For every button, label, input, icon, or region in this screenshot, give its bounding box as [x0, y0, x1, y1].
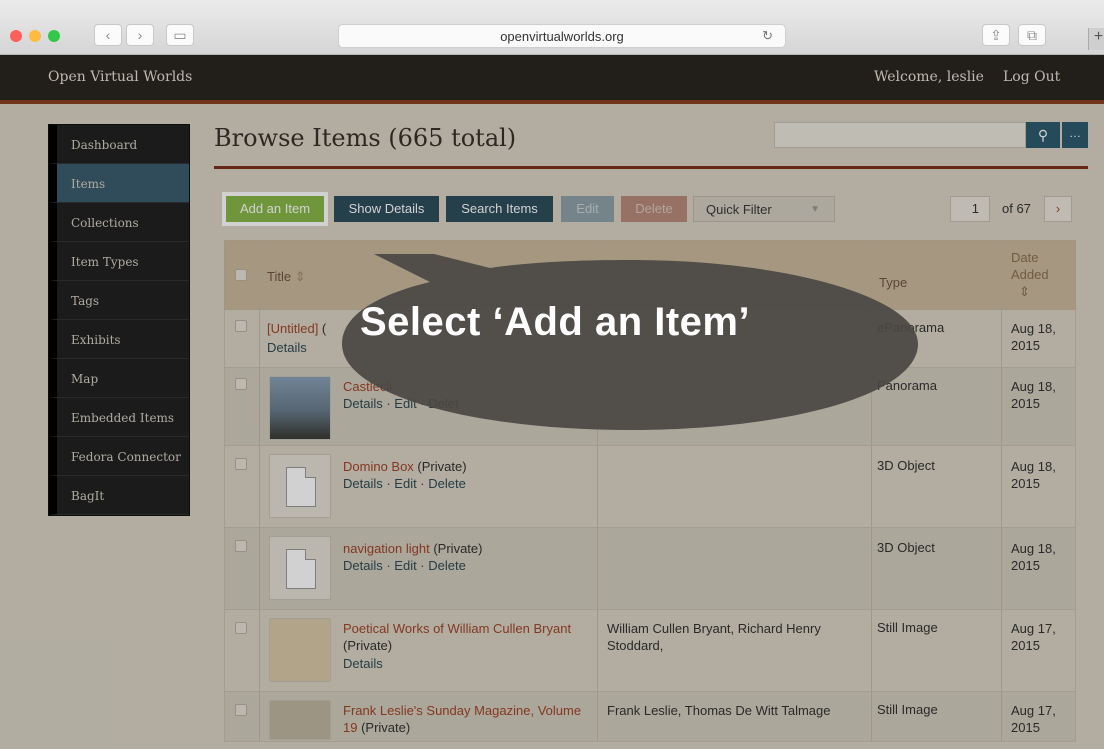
- add-item-button[interactable]: Add an Item: [222, 192, 328, 226]
- back-arrow-icon[interactable]: ‹: [94, 24, 122, 46]
- item-date: Aug 18, 2015: [1011, 459, 1056, 491]
- row-checkbox[interactable]: [235, 704, 247, 716]
- search-items-button[interactable]: Search Items: [446, 196, 553, 222]
- page-title: Browse Items (665 total): [214, 124, 517, 152]
- minimize-window-button[interactable]: [29, 30, 41, 42]
- sort-icon: ⇕: [1019, 284, 1030, 299]
- date-added-column-header[interactable]: Date Added ⇕: [1011, 249, 1049, 300]
- close-window-button[interactable]: [10, 30, 22, 42]
- sidebar-item-tags[interactable]: Tags: [49, 281, 189, 320]
- search-input[interactable]: [774, 122, 1026, 148]
- sidebar-item-items[interactable]: Items: [49, 164, 189, 203]
- sidebar-toggle-icon[interactable]: ▭: [166, 24, 194, 46]
- logout-link[interactable]: Log Out: [1003, 69, 1060, 85]
- quick-filter-dropdown[interactable]: Quick Filter ▼: [693, 196, 835, 222]
- item-date: Aug 17, 2015: [1011, 621, 1056, 653]
- item-thumbnail[interactable]: [269, 454, 331, 518]
- row-checkbox[interactable]: [235, 622, 247, 634]
- title-divider: [214, 166, 1088, 169]
- callout-text: Select ‘Add an Item’: [360, 300, 751, 344]
- next-page-button[interactable]: ›: [1044, 196, 1072, 222]
- item-type: Still Image: [877, 702, 938, 717]
- welcome-text: Welcome, leslie: [874, 69, 984, 85]
- sidebar-item-map[interactable]: Map: [49, 359, 189, 398]
- sidebar-item-embedded-items[interactable]: Embedded Items: [49, 398, 189, 437]
- item-actions[interactable]: Details: [343, 656, 383, 671]
- window-controls: [10, 30, 60, 42]
- search-icon[interactable]: ⚲: [1026, 122, 1060, 148]
- item-thumbnail[interactable]: [269, 536, 331, 600]
- sidebar-item-bagit[interactable]: BagIt: [49, 476, 189, 515]
- table-row: Frank Leslie's Sunday Magazine, Volume 1…: [224, 692, 1076, 742]
- table-row: navigation light (Private) Details · Edi…: [224, 528, 1076, 610]
- quick-filter-label: Quick Filter: [706, 202, 772, 217]
- item-date: Aug 18, 2015: [1011, 379, 1056, 411]
- site-header: Open Virtual Worlds Welcome, leslie Log …: [0, 55, 1104, 100]
- row-checkbox[interactable]: [235, 458, 247, 470]
- document-icon: [286, 549, 316, 589]
- sidebar-item-dashboard[interactable]: Dashboard: [49, 125, 189, 164]
- table-row: Poetical Works of William Cullen Bryant …: [224, 610, 1076, 692]
- item-type: 3D Object: [877, 540, 935, 555]
- item-title-link[interactable]: Domino Box (Private): [343, 458, 583, 475]
- browser-toolbar: ‹ › ▭ openvirtualworlds.org ↻ ⇪ ⧉ +: [0, 0, 1104, 55]
- edit-button[interactable]: Edit: [561, 196, 614, 222]
- forward-arrow-icon[interactable]: ›: [126, 24, 154, 46]
- item-title-link[interactable]: Poetical Works of William Cullen Bryant …: [343, 620, 583, 654]
- item-thumbnail[interactable]: [269, 618, 331, 682]
- reload-icon[interactable]: ↻: [762, 28, 773, 44]
- sidebar-item-item-types[interactable]: Item Types: [49, 242, 189, 281]
- item-creator: William Cullen Bryant, Richard Henry Sto…: [607, 621, 821, 653]
- item-thumbnail[interactable]: [269, 376, 331, 440]
- show-details-button[interactable]: Show Details: [334, 196, 439, 222]
- sidebar-item-exhibits[interactable]: Exhibits: [49, 320, 189, 359]
- item-date: Aug 18, 2015: [1011, 541, 1056, 573]
- new-tab-icon[interactable]: +: [1088, 28, 1104, 50]
- chevron-down-icon: ▼: [810, 204, 820, 215]
- zoom-window-button[interactable]: [48, 30, 60, 42]
- header-divider: [0, 100, 1104, 104]
- table-row: Domino Box (Private) Details · Edit · De…: [224, 446, 1076, 528]
- row-checkbox[interactable]: [235, 378, 247, 390]
- url-text: openvirtualworlds.org: [500, 28, 624, 44]
- advanced-search-button[interactable]: …: [1062, 122, 1088, 148]
- sidebar-item-collections[interactable]: Collections: [49, 203, 189, 242]
- page-number-input[interactable]: 1: [950, 196, 990, 222]
- item-creator: Frank Leslie, Thomas De Witt Talmage: [607, 703, 831, 718]
- sidebar: Dashboard Items Collections Item Types T…: [48, 124, 190, 516]
- item-date: Aug 17, 2015: [1011, 703, 1056, 735]
- item-actions[interactable]: Details: [267, 340, 307, 355]
- sidebar-item-fedora-connector[interactable]: Fedora Connector: [49, 437, 189, 476]
- row-checkbox[interactable]: [235, 540, 247, 552]
- item-type: Still Image: [877, 620, 938, 635]
- page-count: of 67: [1002, 201, 1031, 216]
- tabs-overview-icon[interactable]: ⧉: [1018, 24, 1046, 46]
- title-column-header[interactable]: Title ⇕: [267, 269, 306, 285]
- row-checkbox[interactable]: [235, 320, 247, 332]
- item-title-link[interactable]: Frank Leslie's Sunday Magazine, Volume 1…: [343, 702, 583, 736]
- site-brand[interactable]: Open Virtual Worlds: [48, 69, 192, 85]
- select-all-checkbox[interactable]: [235, 269, 247, 281]
- item-thumbnail[interactable]: [269, 700, 331, 740]
- delete-button[interactable]: Delete: [621, 196, 687, 222]
- document-icon: [286, 467, 316, 507]
- item-type: 3D Object: [877, 458, 935, 473]
- address-bar[interactable]: openvirtualworlds.org ↻: [338, 24, 786, 48]
- item-actions[interactable]: Details · Edit · Delete: [343, 476, 466, 491]
- sort-icon: ⇕: [294, 269, 306, 284]
- item-actions[interactable]: Details · Edit · Delete: [343, 558, 466, 573]
- item-title-link[interactable]: navigation light (Private): [343, 540, 583, 557]
- item-date: Aug 18, 2015: [1011, 321, 1056, 353]
- share-icon[interactable]: ⇪: [982, 24, 1010, 46]
